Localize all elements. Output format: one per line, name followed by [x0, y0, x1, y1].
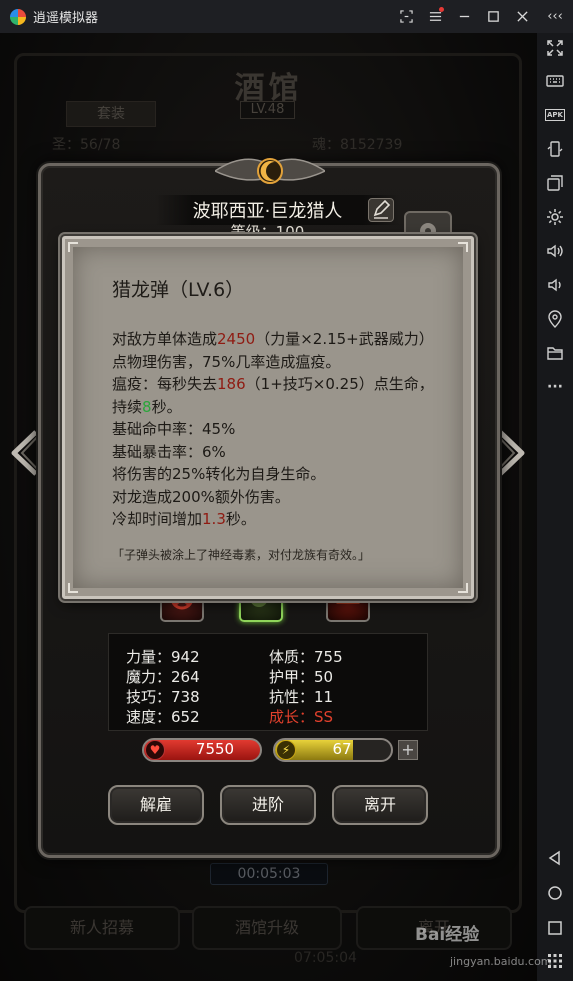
- text: 瘟疫：每秒失去: [112, 375, 218, 393]
- volume-down-icon[interactable]: [545, 275, 565, 295]
- location-icon[interactable]: [545, 309, 565, 329]
- tooltip-corner: [68, 242, 78, 252]
- hero-name: 波耶西亚·巨龙猎人: [192, 201, 343, 222]
- hp-value: 7550: [195, 740, 235, 758]
- fullscreen-icon[interactable]: [392, 0, 421, 33]
- close-icon[interactable]: [508, 0, 537, 33]
- skill-description: 对敌方单体造成2450（力量×2.15+武器威力）点物理伤害，75%几率造成瘟疫…: [112, 328, 442, 531]
- back-icon[interactable]: [545, 848, 565, 868]
- collapse-icon[interactable]: ‹‹‹: [537, 0, 573, 33]
- minimize-icon[interactable]: [450, 0, 479, 33]
- skill-crit-rate: 基础暴击率：6%: [112, 442, 226, 461]
- skill-plague-line: 瘟疫：每秒失去186（1+技巧×0.25）点生命，持续8秒。: [112, 373, 442, 418]
- tooltip-corner: [458, 583, 468, 593]
- advance-button[interactable]: 进阶: [220, 785, 316, 825]
- text: 冷却时间增加: [112, 510, 203, 528]
- skill-damage-line: 对敌方单体造成2450（力量×2.15+武器威力）点物理伤害，75%几率造成瘟疫…: [112, 328, 442, 373]
- apk-icon[interactable]: APK: [545, 105, 565, 125]
- skill-cooldown-line: 冷却时间增加1.3秒。: [112, 508, 442, 531]
- text: 秒。: [225, 510, 256, 528]
- tooltip-corner: [458, 242, 468, 252]
- watermark-logo: Bai经验: [415, 925, 480, 945]
- skill-title: 猎龙弹（LV.6）: [112, 279, 245, 301]
- skill-hit-rate: 基础命中率：45%: [112, 420, 236, 438]
- volume-up-icon[interactable]: [545, 241, 565, 261]
- recents-icon[interactable]: [545, 918, 565, 938]
- energy-value: 67: [332, 740, 352, 758]
- stat-growth: 成长：SS: [269, 708, 334, 726]
- game-viewport: 酒馆 套装 LV.48 圣：56/78 魂：8152739 00:05:03 新…: [0, 33, 537, 981]
- skill-lifesteal: 将伤害的25%转化为自身生命。: [112, 465, 326, 483]
- leave-button[interactable]: 离开: [332, 785, 428, 825]
- stat-strength: 力量：942: [126, 648, 200, 666]
- dismiss-button[interactable]: 解雇: [108, 785, 204, 825]
- more-icon[interactable]: ···: [545, 377, 565, 397]
- keyboard-icon[interactable]: [545, 71, 565, 91]
- stat-resist: 抗性：11: [269, 688, 334, 706]
- maximize-icon[interactable]: [479, 0, 508, 33]
- skill-dragon-bonus: 对龙造成200%额外伤害。: [112, 487, 290, 506]
- app-logo-icon: [10, 8, 26, 25]
- plague-duration-value: 8: [142, 397, 152, 416]
- expand-icon[interactable]: [545, 38, 565, 58]
- text: 对敌方单体造成: [112, 330, 218, 348]
- stat-constitution: 体质：755: [269, 648, 343, 666]
- cooldown-value: 1.3: [202, 510, 226, 528]
- damage-value: 2450: [217, 330, 256, 348]
- skill-tooltip: 猎龙弹（LV.6） 对敌方单体造成2450（力量×2.15+武器威力）点物理伤害…: [62, 236, 474, 599]
- rotate-icon[interactable]: [545, 139, 565, 159]
- stat-armor: 护甲：50: [269, 668, 334, 686]
- emulator-sidebar: APK ···: [537, 33, 573, 981]
- folder-icon[interactable]: [545, 343, 565, 363]
- stat-speed: 速度：652: [126, 708, 200, 726]
- app-title: 逍遥模拟器: [33, 11, 99, 26]
- tooltip-corner: [68, 583, 78, 593]
- text: 秒。: [151, 397, 182, 416]
- multi-window-icon[interactable]: [545, 173, 565, 193]
- skill-flavor-text: 「子弹头被涂上了神经毒素，对付龙族有奇效。」: [112, 548, 371, 562]
- heart-icon: ♥: [145, 740, 165, 760]
- stat-skill: 技巧：738: [126, 688, 200, 706]
- edit-name-icon[interactable]: [368, 198, 394, 222]
- menu-icon[interactable]: [421, 0, 450, 33]
- stat-magic: 魔力：264: [126, 668, 200, 686]
- add-energy-plus-icon[interactable]: +: [398, 740, 418, 760]
- emulator-titlebar: 逍遥模拟器 ‹‹‹: [0, 0, 573, 33]
- home-icon[interactable]: [545, 883, 565, 903]
- settings-icon[interactable]: [545, 207, 565, 227]
- moon-ornament-icon: [215, 158, 325, 184]
- apk-label: APK: [545, 109, 565, 121]
- lightning-icon: ⚡: [276, 740, 296, 760]
- plague-damage-value: 186: [217, 375, 246, 393]
- watermark-url: jingyan.baidu.com: [450, 955, 552, 968]
